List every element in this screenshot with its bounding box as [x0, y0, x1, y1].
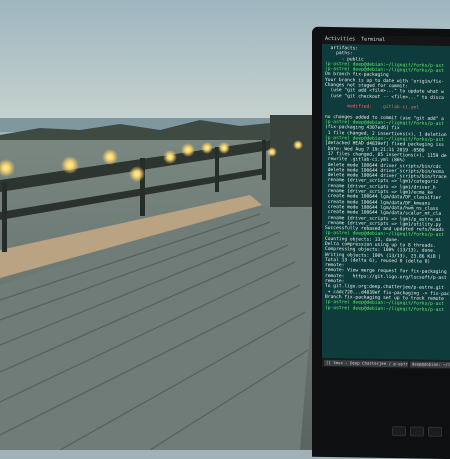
keyboard-key[interactable] [392, 426, 406, 437]
activities-button[interactable]: Activities [325, 35, 355, 45]
keyboard-key[interactable] [410, 426, 424, 437]
taskbar-window-button[interactable]: [] tmux - Deep Chatterjee / p-astre [324, 359, 408, 367]
keyboard-edge [392, 426, 450, 445]
terminal-output[interactable]: artifacts: paths: - public (p-astre) deep… [322, 44, 450, 315]
laptop-screen: Activities Terminal artifacts: paths: - … [322, 34, 450, 370]
taskbar: [] tmux - Deep Chatterjee / p-astre deep@… [322, 357, 450, 370]
keyboard-key[interactable] [428, 426, 442, 437]
terminal-app-menu[interactable]: Terminal [361, 36, 385, 45]
taskbar-window-button[interactable]: deep@debian: ~/lignqit [409, 360, 450, 368]
laptop: Activities Terminal artifacts: paths: - … [312, 26, 450, 459]
